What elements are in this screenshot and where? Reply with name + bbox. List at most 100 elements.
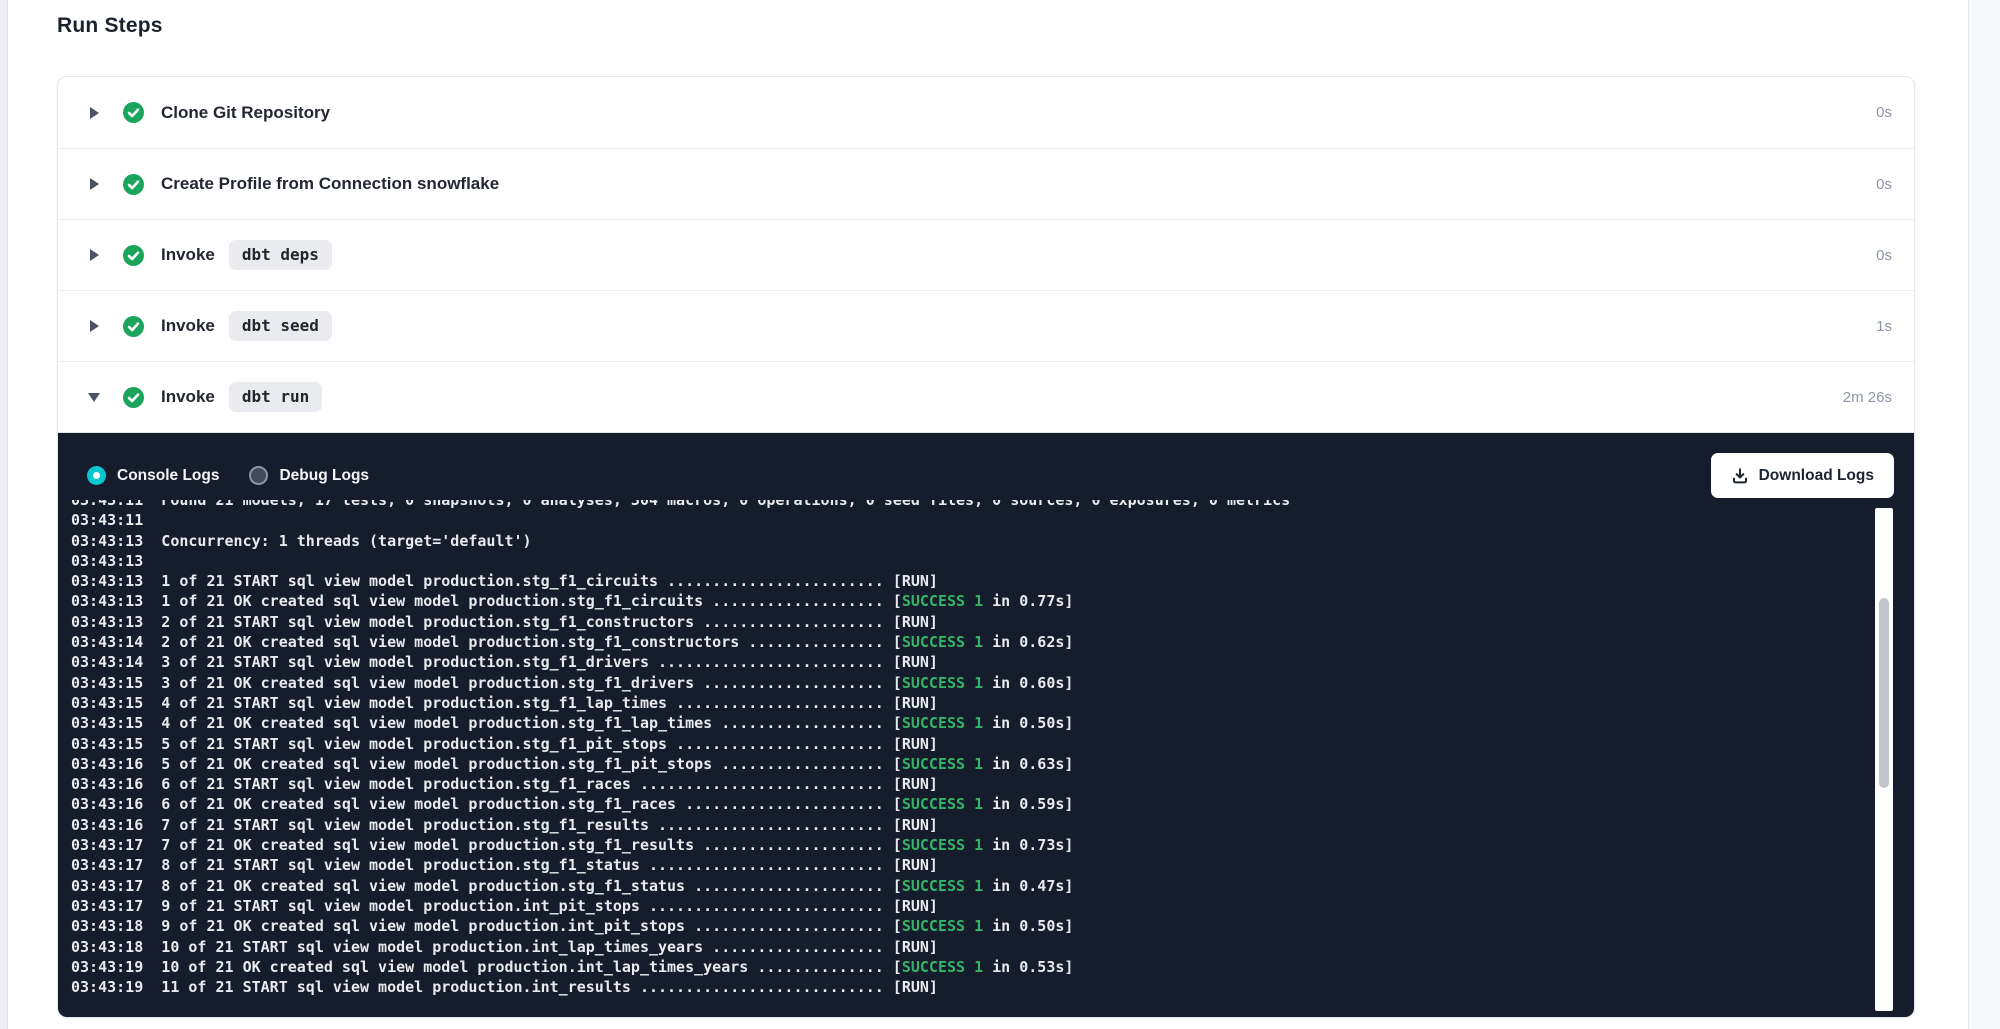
- radio-icon[interactable]: [249, 466, 268, 485]
- log-text: 03:43:18 9 of 21 OK created sql view mod…: [71, 917, 902, 935]
- expander[interactable]: [86, 320, 102, 332]
- log-status-success: SUCCESS 1: [902, 795, 983, 813]
- log-line: 03:43:19 10 of 21 OK created sql view mo…: [71, 957, 1914, 977]
- success-check-icon: [123, 387, 144, 408]
- step-name: Invoke: [161, 316, 215, 336]
- download-icon: [1731, 467, 1749, 485]
- step-duration: 0s: [1876, 247, 1892, 264]
- log-text: 03:43:13 2 of 21 START sql view model pr…: [71, 613, 938, 631]
- log-status-success: SUCCESS 1: [902, 714, 983, 732]
- run-step-row[interactable]: Invoke dbt seed 1s: [58, 290, 1914, 361]
- log-text: 03:43:19 10 of 21 OK created sql view mo…: [71, 958, 902, 976]
- console-logs-label: Console Logs: [117, 467, 219, 485]
- log-line: 03:43:18 10 of 21 START sql view model p…: [71, 937, 1914, 957]
- log-status-success: SUCCESS 1: [902, 633, 983, 651]
- log-scrollbar[interactable]: [1875, 508, 1893, 1011]
- log-text: in 0.50s]: [983, 714, 1073, 732]
- log-line: 03:43:15 4 of 21 OK created sql view mod…: [71, 713, 1914, 733]
- log-text: 03:43:15 4 of 21 OK created sql view mod…: [71, 714, 902, 732]
- debug-logs-label: Debug Logs: [279, 467, 369, 485]
- run-step-row[interactable]: Create Profile from Connection snowflake…: [58, 148, 1914, 219]
- radio-icon[interactable]: [87, 466, 106, 485]
- success-check-icon: [123, 245, 144, 266]
- log-line: 03:43:13 1 of 21 START sql view model pr…: [71, 571, 1914, 591]
- log-text: 03:43:15 4 of 21 START sql view model pr…: [71, 694, 938, 712]
- caret-icon: [90, 178, 99, 190]
- step-name: Invoke: [161, 387, 215, 407]
- log-text: in 0.59s]: [983, 795, 1073, 813]
- log-text: 03:43:15 5 of 21 START sql view model pr…: [71, 735, 938, 753]
- log-text: 03:43:16 7 of 21 START sql view model pr…: [71, 816, 938, 834]
- log-line: 03:43:16 5 of 21 OK created sql view mod…: [71, 754, 1914, 774]
- run-steps-card: Clone Git Repository 0s Create Profile f…: [57, 76, 1915, 1018]
- log-line: 03:43:14 2 of 21 OK created sql view mod…: [71, 632, 1914, 652]
- step-name: Clone Git Repository: [161, 103, 330, 123]
- log-line: 03:43:16 6 of 21 OK created sql view mod…: [71, 794, 1914, 814]
- log-text: 03:43:11: [71, 511, 143, 529]
- log-status-success: SUCCESS 1: [902, 877, 983, 895]
- success-check-icon: [123, 316, 144, 337]
- log-line: 03:43:13 1 of 21 OK created sql view mod…: [71, 591, 1914, 611]
- run-steps-list: Clone Git Repository 0s Create Profile f…: [58, 77, 1914, 432]
- run-step-row[interactable]: Invoke dbt deps 0s: [58, 219, 1914, 290]
- log-text: in 0.53s]: [983, 958, 1073, 976]
- debug-logs-radio[interactable]: Debug Logs: [249, 466, 369, 485]
- log-status-success: SUCCESS 1: [902, 674, 983, 692]
- log-line: 03:43:15 5 of 21 START sql view model pr…: [71, 734, 1914, 754]
- log-line: 03:43:18 9 of 21 OK created sql view mod…: [71, 916, 1914, 936]
- log-status-success: SUCCESS 1: [902, 917, 983, 935]
- page-title: Run Steps: [57, 14, 1915, 38]
- log-line: 03:43:14 3 of 21 START sql view model pr…: [71, 652, 1914, 672]
- log-text: 03:43:14 3 of 21 START sql view model pr…: [71, 653, 938, 671]
- download-logs-button[interactable]: Download Logs: [1711, 453, 1894, 498]
- log-text: 03:43:13 1 of 21 OK created sql view mod…: [71, 592, 902, 610]
- log-line: 03:43:13 Concurrency: 1 threads (target=…: [71, 531, 1914, 551]
- log-lines: 03:43:11 Found 21 models, 17 tests, 0 sn…: [71, 500, 1914, 997]
- log-text: 03:43:16 6 of 21 START sql view model pr…: [71, 775, 938, 793]
- expander[interactable]: [86, 393, 102, 402]
- log-text: in 0.47s]: [983, 877, 1073, 895]
- log-line: 03:43:16 7 of 21 START sql view model pr…: [71, 815, 1914, 835]
- log-text: 03:43:13 1 of 21 START sql view model pr…: [71, 572, 938, 590]
- caret-icon: [88, 393, 100, 402]
- log-line: 03:43:15 3 of 21 OK created sql view mod…: [71, 673, 1914, 693]
- download-logs-label: Download Logs: [1759, 467, 1874, 485]
- expander[interactable]: [86, 107, 102, 119]
- log-text: 03:43:19 11 of 21 START sql view model p…: [71, 978, 938, 996]
- log-status-success: SUCCESS 1: [902, 958, 983, 976]
- log-line: 03:43:13: [71, 551, 1914, 571]
- log-line: 03:43:11: [71, 510, 1914, 530]
- command-badge: dbt seed: [229, 311, 332, 341]
- success-check-icon: [123, 102, 144, 123]
- log-panel: Console Logs Debug Logs Download Logs 03…: [58, 432, 1914, 1017]
- run-steps-section: Run Steps Clone Git Repository 0s Create…: [57, 14, 1915, 1018]
- step-name: Invoke: [161, 245, 215, 265]
- console-logs-radio[interactable]: Console Logs: [87, 466, 219, 485]
- log-line: 03:43:17 8 of 21 OK created sql view mod…: [71, 876, 1914, 896]
- log-line: 03:43:16 6 of 21 START sql view model pr…: [71, 774, 1914, 794]
- log-line: 03:43:17 7 of 21 OK created sql view mod…: [71, 835, 1914, 855]
- log-text: 03:43:17 7 of 21 OK created sql view mod…: [71, 836, 902, 854]
- log-text: 03:43:17 8 of 21 OK created sql view mod…: [71, 877, 902, 895]
- step-duration: 0s: [1876, 104, 1892, 121]
- caret-icon: [90, 107, 99, 119]
- log-scrollbar-thumb[interactable]: [1879, 598, 1889, 788]
- log-line: 03:43:17 9 of 21 START sql view model pr…: [71, 896, 1914, 916]
- expander[interactable]: [86, 249, 102, 261]
- console-log-output[interactable]: 03:43:11 Found 21 models, 17 tests, 0 sn…: [58, 500, 1914, 1018]
- log-text: 03:43:16 5 of 21 OK created sql view mod…: [71, 755, 902, 773]
- log-text: in 0.63s]: [983, 755, 1073, 773]
- log-text: in 0.62s]: [983, 633, 1073, 651]
- log-line: 03:43:17 8 of 21 START sql view model pr…: [71, 855, 1914, 875]
- success-check-icon: [123, 174, 144, 195]
- log-line: 03:43:19 11 of 21 START sql view model p…: [71, 977, 1914, 997]
- expander[interactable]: [86, 178, 102, 190]
- log-text: 03:43:17 9 of 21 START sql view model pr…: [71, 897, 938, 915]
- run-step-row[interactable]: Clone Git Repository 0s: [58, 77, 1914, 148]
- run-step-row[interactable]: Invoke dbt run 2m 26s: [58, 361, 1914, 432]
- log-text: in 0.73s]: [983, 836, 1073, 854]
- caret-icon: [90, 249, 99, 261]
- left-gutter: [0, 0, 8, 1029]
- step-name: Create Profile from Connection snowflake: [161, 174, 499, 194]
- command-badge: dbt deps: [229, 240, 332, 270]
